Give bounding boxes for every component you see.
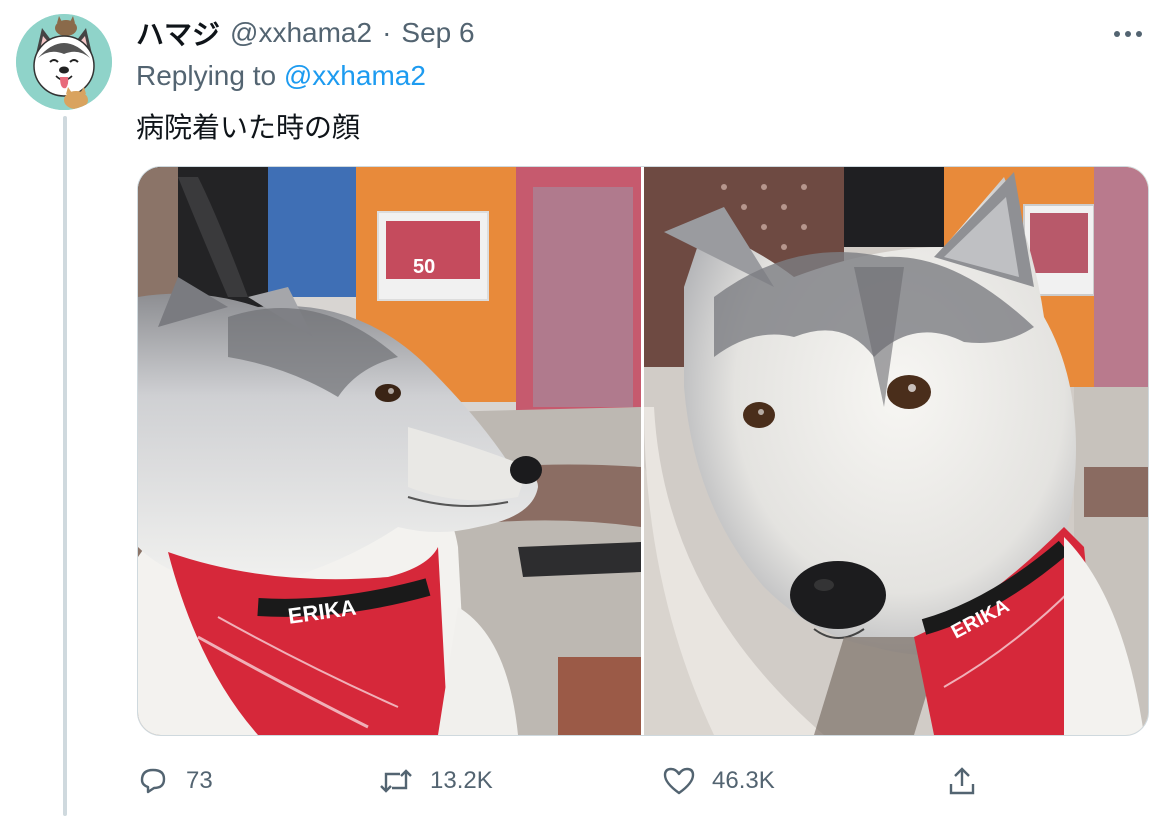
share-button[interactable] [946, 756, 978, 806]
photo-right[interactable]: ERIKA [644, 167, 1148, 735]
replying-to-line: Replying to @xxhama2 [136, 60, 426, 92]
reply-button[interactable]: 73 [136, 756, 213, 806]
header-separator: · [382, 17, 392, 48]
tweet-actions-bar: 73 13.2K 46.3K [136, 756, 996, 806]
poster-number: 50 [413, 256, 435, 278]
like-button[interactable]: 46.3K [662, 756, 775, 806]
avatar[interactable] [16, 14, 112, 110]
like-count: 46.3K [712, 767, 775, 794]
more-options-button[interactable] [1110, 20, 1146, 48]
retweet-button[interactable]: 13.2K [378, 756, 493, 806]
husky-side-profile-photo: 50 ERIKA [138, 167, 641, 735]
reply-bubble-icon [140, 768, 166, 794]
tweet-header: ハマジ @xxhama2 · Sep 6 [136, 16, 475, 50]
husky-front-face-photo: ERIKA [644, 167, 1148, 735]
reply-count: 73 [186, 767, 213, 794]
retweet-icon [380, 769, 412, 793]
retweet-count: 13.2K [430, 767, 493, 794]
reply-to-handle-link[interactable]: @xxhama2 [284, 60, 426, 91]
more-dots-icon [1114, 31, 1120, 37]
thread-connector-line [63, 116, 67, 816]
tweet-date[interactable]: Sep 6 [401, 17, 474, 49]
tweet-text: 病院着いた時の顔 [136, 112, 361, 143]
media-grid: 50 ERIKA ERIKA [137, 166, 1149, 736]
photo-left[interactable]: 50 ERIKA [138, 167, 641, 735]
husky-avatar-icon [16, 14, 112, 110]
display-name[interactable]: ハマジ [136, 13, 220, 53]
replying-to-label: Replying to [136, 60, 277, 91]
heart-icon [663, 767, 695, 795]
share-upload-icon [949, 767, 975, 795]
user-handle[interactable]: @xxhama2 [230, 17, 372, 49]
